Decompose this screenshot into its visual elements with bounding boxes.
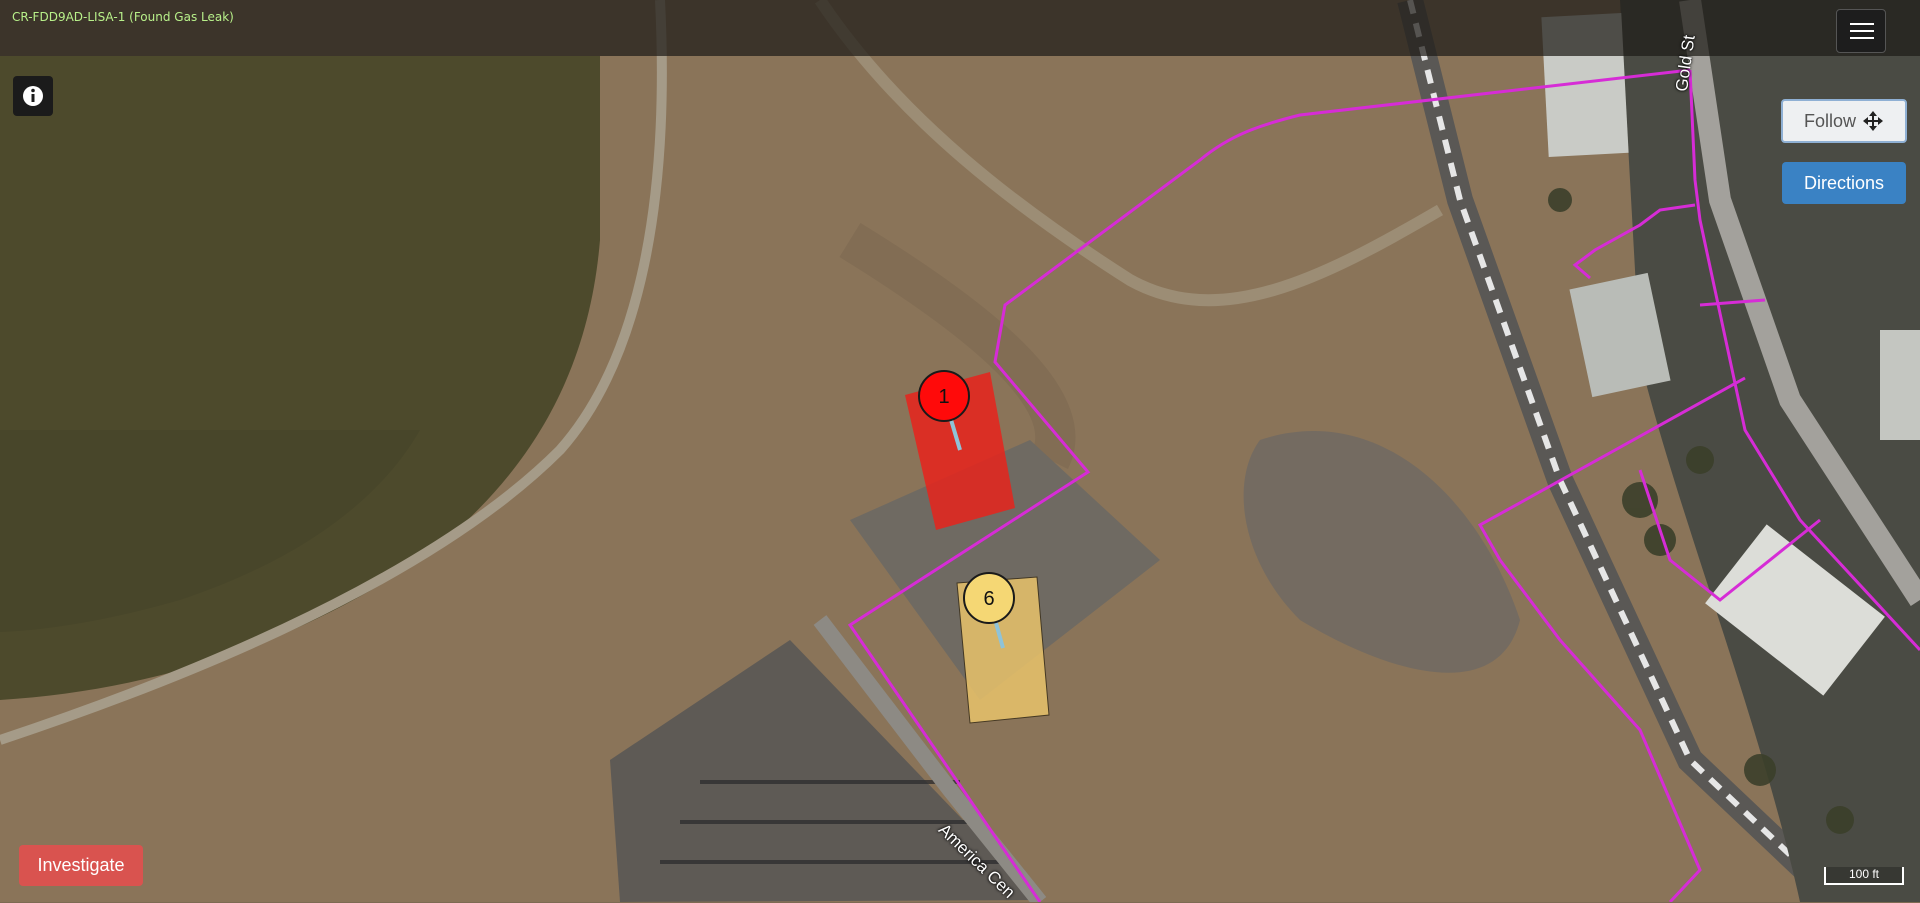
top-bar: CR-FDD9AD-LISA-1 (Found Gas Leak) <box>0 0 1920 56</box>
marker-6-label: 6 <box>983 588 994 610</box>
scale-bar: 100 ft <box>1824 867 1904 885</box>
hamburger-menu-icon-bar <box>1850 37 1874 39</box>
hamburger-menu-icon-bar <box>1850 30 1874 32</box>
leak-marker-1[interactable]: 1 <box>918 370 970 422</box>
marker-1-label: 1 <box>938 386 949 408</box>
follow-button[interactable]: Follow <box>1781 99 1907 143</box>
info-icon <box>23 86 43 106</box>
info-button[interactable] <box>13 76 53 116</box>
move-arrows-icon <box>1863 111 1883 131</box>
hamburger-menu-icon <box>1850 23 1874 25</box>
hamburger-menu-button[interactable] <box>1836 9 1886 53</box>
page-title: CR-FDD9AD-LISA-1 (Found Gas Leak) <box>12 10 234 24</box>
leak-marker-6[interactable]: 6 <box>963 572 1015 624</box>
investigate-button[interactable]: Investigate <box>19 845 143 886</box>
follow-label: Follow <box>1803 110 1856 131</box>
satellite-map[interactable]: 1 6 <box>0 0 1920 902</box>
directions-button[interactable]: Directions <box>1782 162 1906 204</box>
